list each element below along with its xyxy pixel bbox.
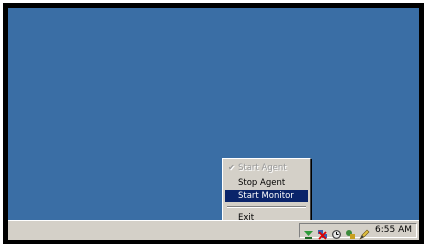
network-disconnected-icon[interactable] xyxy=(317,225,328,240)
menu-item-start-monitor[interactable]: Start Monitor xyxy=(225,190,308,202)
taskbar: 6:55 AM xyxy=(8,220,419,240)
checkmark-icon: ✔ xyxy=(228,163,235,172)
clock-time[interactable]: 6:55 AM xyxy=(375,224,412,237)
menu-item-start-agent: ✔ Start Agent xyxy=(225,162,308,174)
system-tray: 6:55 AM xyxy=(299,223,417,240)
clock-app-icon[interactable] xyxy=(331,225,342,239)
menu-separator xyxy=(227,206,306,208)
green-arrow-icon[interactable] xyxy=(303,225,314,239)
menu-item-stop-agent[interactable]: Stop Agent xyxy=(225,177,308,189)
menu-item-label: Start Monitor xyxy=(238,191,294,201)
menu-item-label: Start Agent xyxy=(238,163,287,173)
pencil-icon[interactable] xyxy=(359,225,370,240)
context-menu: ✔ Start Agent Stop Agent Start Monitor E… xyxy=(222,158,311,228)
desktop[interactable] xyxy=(8,8,419,220)
menu-item-label: Stop Agent xyxy=(238,178,286,188)
tools-icon[interactable] xyxy=(345,225,356,239)
